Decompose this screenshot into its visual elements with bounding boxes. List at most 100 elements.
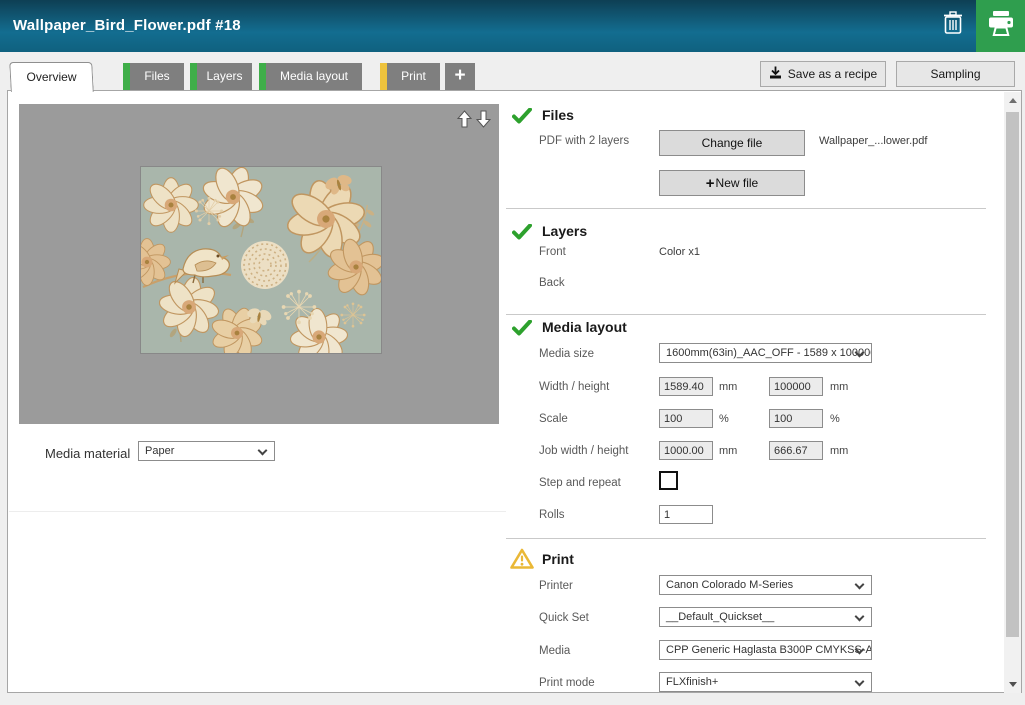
change-file-label: Change file	[702, 136, 763, 150]
tab-files-status	[123, 63, 130, 90]
print-mode-select[interactable]: FLXfinish+	[659, 672, 872, 692]
scale-label: Scale	[539, 413, 568, 425]
scale-y-input[interactable]	[769, 409, 823, 428]
tab-print[interactable]: Print	[380, 63, 440, 90]
tab-print-label: Print	[380, 63, 440, 90]
back-layer-label: Back	[539, 277, 565, 289]
print-media-select[interactable]: CPP Generic Haglasta B300P CMYKSS-AU-	[659, 640, 872, 660]
print-warning-icon	[510, 548, 534, 574]
scrollbar-thumb[interactable]	[1006, 112, 1019, 637]
save-as-recipe-label: Save as a recipe	[788, 67, 877, 81]
move-up-arrow-icon[interactable]	[457, 110, 472, 128]
quick-set-value: __Default_Quickset__	[666, 611, 774, 623]
tab-overview-label: Overview	[11, 63, 92, 91]
scroll-down-button[interactable]	[1004, 676, 1021, 693]
media-material-label: Media material	[45, 446, 130, 461]
printer-select[interactable]: Canon Colorado M-Series	[659, 575, 872, 595]
print-media-value: CPP Generic Haglasta B300P CMYKSS-AU-	[666, 644, 872, 656]
layers-ok-check-icon	[512, 224, 532, 245]
title-bar: Wallpaper_Bird_Flower.pdf #18	[0, 0, 1025, 52]
job-width-input[interactable]	[659, 441, 713, 460]
triangle-down-icon	[1009, 682, 1017, 687]
scroll-up-button[interactable]	[1004, 92, 1021, 109]
media-width-input[interactable]	[659, 377, 713, 396]
tab-layers-status	[190, 63, 197, 90]
tab-overview[interactable]: Overview	[9, 62, 94, 92]
print-media-label: Media	[539, 645, 570, 657]
quick-set-select[interactable]: __Default_Quickset__	[659, 607, 872, 627]
chevron-down-icon	[855, 580, 865, 590]
job-preview-area	[19, 104, 499, 424]
print-mode-value: FLXfinish+	[666, 676, 718, 688]
job-width-height-label: Job width / height	[539, 445, 629, 457]
left-divider	[9, 511, 506, 512]
media-layout-ok-check-icon	[512, 320, 532, 341]
tab-media-layout[interactable]: Media layout	[259, 63, 362, 90]
tab-files[interactable]: Files	[123, 63, 184, 90]
tab-files-label: Files	[123, 63, 184, 90]
files-section-title: Files	[542, 107, 574, 123]
sampling-label: Sampling	[930, 67, 980, 81]
file-type-label: PDF with 2 layers	[539, 135, 629, 147]
rolls-input[interactable]	[659, 505, 713, 524]
width-height-label: Width / height	[539, 381, 609, 393]
quick-set-label: Quick Set	[539, 612, 589, 624]
chevron-down-icon	[855, 677, 865, 687]
scale-y-unit: %	[830, 413, 840, 425]
rolls-label: Rolls	[539, 509, 565, 521]
job-height-unit: mm	[830, 445, 848, 457]
media-size-value: 1600mm(63in)_AAC_OFF - 1589 x 100000	[666, 347, 872, 359]
media-material-select[interactable]: Paper	[138, 441, 275, 461]
tab-media-layout-status	[259, 63, 266, 90]
new-file-button[interactable]: + New file	[659, 170, 805, 196]
wallpaper-artwork-preview	[141, 167, 381, 353]
step-and-repeat-checkbox[interactable]	[659, 471, 678, 490]
section-divider	[506, 314, 986, 315]
job-width-unit: mm	[719, 445, 737, 457]
tab-layers[interactable]: Layers	[190, 63, 252, 90]
delete-job-button[interactable]	[939, 9, 967, 41]
job-title: Wallpaper_Bird_Flower.pdf #18	[13, 17, 241, 34]
printer-icon	[987, 11, 1015, 42]
printer-value: Canon Colorado M-Series	[666, 579, 793, 591]
scale-x-input[interactable]	[659, 409, 713, 428]
tab-layers-label: Layers	[190, 63, 252, 90]
move-down-arrow-icon[interactable]	[476, 110, 491, 128]
add-tab-button[interactable]: +	[445, 63, 475, 90]
print-section-title: Print	[542, 551, 574, 567]
layers-section-title: Layers	[542, 223, 587, 239]
files-ok-check-icon	[512, 108, 532, 129]
front-layer-label: Front	[539, 246, 566, 258]
app-window: Wallpaper_Bird_Flower.pdf #18	[0, 0, 1025, 705]
tab-print-status	[380, 63, 387, 90]
vertical-scrollbar[interactable]	[1004, 92, 1021, 693]
tab-media-layout-label: Media layout	[259, 63, 362, 90]
height-unit: mm	[830, 381, 848, 393]
print-button[interactable]	[976, 0, 1025, 52]
new-file-label: New file	[716, 176, 759, 190]
printer-label: Printer	[539, 580, 573, 592]
media-layout-section-title: Media layout	[542, 319, 627, 335]
print-mode-label: Print mode	[539, 677, 595, 689]
media-height-input[interactable]	[769, 377, 823, 396]
overview-panel: Media material Paper Files PDF with 2 la…	[7, 90, 1022, 693]
section-divider	[506, 538, 986, 539]
trash-icon	[943, 11, 963, 40]
save-as-recipe-button[interactable]: Save as a recipe	[760, 61, 886, 87]
triangle-up-icon	[1009, 98, 1017, 103]
chevron-down-icon	[855, 612, 865, 622]
change-file-button[interactable]: Change file	[659, 130, 805, 156]
step-and-repeat-label: Step and repeat	[539, 477, 621, 489]
job-height-input[interactable]	[769, 441, 823, 460]
plus-icon: +	[706, 175, 715, 192]
sampling-button[interactable]: Sampling	[896, 61, 1015, 87]
scale-x-unit: %	[719, 413, 729, 425]
file-name-value: Wallpaper_...lower.pdf	[819, 135, 927, 147]
media-size-select[interactable]: 1600mm(63in)_AAC_OFF - 1589 x 100000	[659, 343, 872, 363]
tab-bar: Overview Files Layers Media layout Print…	[0, 52, 1025, 90]
front-layer-value: Color x1	[659, 246, 700, 258]
media-size-label: Media size	[539, 348, 594, 360]
save-recipe-icon	[769, 66, 782, 82]
media-material-value: Paper	[145, 445, 174, 457]
width-unit: mm	[719, 381, 737, 393]
